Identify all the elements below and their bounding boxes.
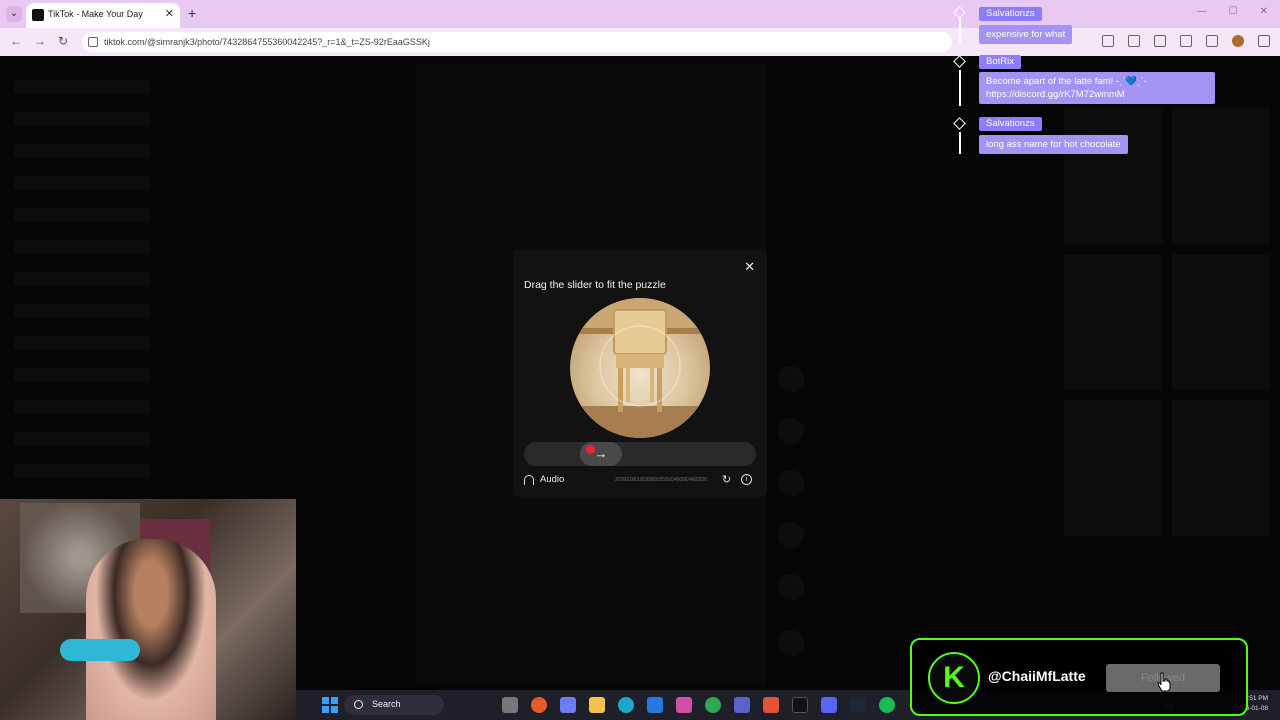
tab-title: TikTok - Make Your Day bbox=[48, 9, 143, 19]
taskbar-search[interactable]: Search bbox=[344, 695, 444, 715]
skeleton-tile bbox=[1064, 400, 1162, 536]
tab-close-icon[interactable]: ✕ bbox=[165, 7, 174, 20]
screen: ⌄ TikTok - Make Your Day ✕ + — ☐ ✕ ← → ↻… bbox=[0, 0, 1280, 720]
skeleton-row bbox=[14, 304, 150, 318]
skeleton-tile bbox=[1172, 254, 1270, 390]
microphone bbox=[60, 639, 140, 661]
chat-message: Become apart of the latte fam! -ˏˋ💙ˎˊ- h… bbox=[979, 72, 1215, 104]
captcha-title: Drag the slider to fit the puzzle bbox=[524, 279, 666, 291]
chat-connector bbox=[959, 70, 961, 106]
captcha-slider-handle[interactable]: → bbox=[580, 442, 622, 466]
audio-label: Audio bbox=[540, 474, 565, 485]
new-tab-button[interactable]: + bbox=[188, 5, 196, 21]
sidebar-skeleton bbox=[14, 80, 150, 496]
skeleton-row bbox=[14, 368, 150, 382]
url-text: tiktok.com/@simranjk3/photo/743286475536… bbox=[104, 37, 430, 47]
url-field[interactable]: tiktok.com/@simranjk3/photo/743286475536… bbox=[82, 32, 952, 52]
chat-message: long ass name for hot chocolate bbox=[979, 135, 1128, 154]
kick-logo-icon: K bbox=[928, 652, 980, 704]
skeleton-row bbox=[14, 432, 150, 446]
action-skeleton bbox=[778, 366, 804, 392]
action-skeleton bbox=[778, 522, 804, 548]
hand-cursor-icon bbox=[1157, 672, 1171, 692]
steam-icon[interactable] bbox=[850, 697, 866, 713]
copilot-icon[interactable] bbox=[560, 697, 576, 713]
skeleton-row bbox=[14, 464, 150, 478]
chair-photo bbox=[570, 298, 710, 438]
app-icon[interactable] bbox=[676, 697, 692, 713]
chat-username: Salvationzs bbox=[979, 117, 1042, 131]
spotify-icon[interactable] bbox=[879, 697, 895, 713]
puzzle-image bbox=[570, 298, 710, 438]
tab-search-button[interactable]: ⌄ bbox=[6, 6, 22, 22]
captcha-slider-track[interactable]: → bbox=[524, 442, 756, 466]
skeleton-row bbox=[14, 240, 150, 254]
visual-studio-icon[interactable] bbox=[647, 697, 663, 713]
close-window-button[interactable]: ✕ bbox=[1260, 6, 1268, 17]
chrome-icon[interactable] bbox=[705, 697, 721, 713]
skeleton-row bbox=[14, 176, 150, 190]
edge-icon[interactable] bbox=[618, 697, 634, 713]
reload-button[interactable]: ↻ bbox=[58, 34, 68, 48]
task-view-icon[interactable] bbox=[502, 697, 518, 713]
chat-connector bbox=[959, 132, 961, 154]
webcam-feed bbox=[0, 499, 296, 720]
audio-button[interactable]: Audio bbox=[524, 474, 564, 485]
not-allowed-icon bbox=[586, 445, 595, 454]
menu-kebab-icon[interactable] bbox=[1258, 35, 1270, 47]
skeleton-tile bbox=[1064, 254, 1162, 390]
tiktok-favicon-icon bbox=[32, 9, 44, 21]
skeleton-row bbox=[14, 336, 150, 350]
search-icon bbox=[354, 700, 363, 709]
follow-alert: K @ChaiiMfLatte Followed bbox=[910, 638, 1248, 716]
chat-username: BotRix bbox=[979, 55, 1021, 69]
skeleton-row bbox=[14, 400, 150, 414]
follower-username: @ChaiiMfLatte bbox=[988, 668, 1086, 684]
info-icon[interactable]: i bbox=[741, 474, 752, 485]
profile-avatar-icon[interactable] bbox=[1232, 35, 1244, 47]
search-label: Search bbox=[372, 699, 401, 709]
chat-diamond-icon bbox=[953, 6, 966, 19]
file-explorer-icon[interactable] bbox=[589, 697, 605, 713]
skeleton-row bbox=[14, 272, 150, 286]
brave-icon[interactable] bbox=[531, 697, 547, 713]
chat-diamond-icon bbox=[953, 117, 966, 130]
back-button[interactable]: ← bbox=[10, 34, 22, 48]
captcha-close-icon[interactable]: ✕ bbox=[744, 259, 755, 275]
captcha-dialog: ✕ Drag the slider to fit the puzzle → Au… bbox=[513, 249, 767, 497]
site-info-icon[interactable] bbox=[88, 37, 98, 47]
headphones-icon bbox=[524, 474, 534, 485]
arrow-right-icon: → bbox=[594, 446, 608, 461]
teams-icon[interactable] bbox=[734, 697, 750, 713]
action-skeleton bbox=[778, 470, 804, 496]
chat-username: Salvationzs bbox=[979, 7, 1042, 21]
skeleton-tile bbox=[1172, 400, 1270, 536]
skeleton-row bbox=[14, 208, 150, 222]
chat-diamond-icon bbox=[953, 55, 966, 68]
action-skeleton bbox=[778, 574, 804, 600]
chat-message: expensive for what bbox=[979, 25, 1073, 44]
action-skeleton bbox=[778, 418, 804, 444]
windows-start-icon[interactable] bbox=[322, 697, 338, 713]
chat-connector bbox=[959, 18, 961, 44]
skeleton-row bbox=[14, 112, 150, 126]
browser-tab[interactable]: TikTok - Make Your Day ✕ bbox=[26, 3, 180, 28]
captcha-id: 2026010801053808202555634505624682526 bbox=[615, 477, 707, 483]
forward-button[interactable]: → bbox=[34, 34, 46, 48]
discord-icon[interactable] bbox=[821, 697, 837, 713]
action-skeleton bbox=[778, 630, 804, 656]
skeleton-row bbox=[14, 144, 150, 158]
stream-chat-overlay: Salvationzs expensive for what BotRix Be… bbox=[950, 0, 1230, 160]
tiktok-icon[interactable] bbox=[792, 697, 808, 713]
skeleton-row bbox=[14, 80, 150, 94]
streamer bbox=[86, 539, 216, 720]
refresh-icon[interactable]: ↻ bbox=[722, 473, 731, 486]
app-icon[interactable] bbox=[763, 697, 779, 713]
